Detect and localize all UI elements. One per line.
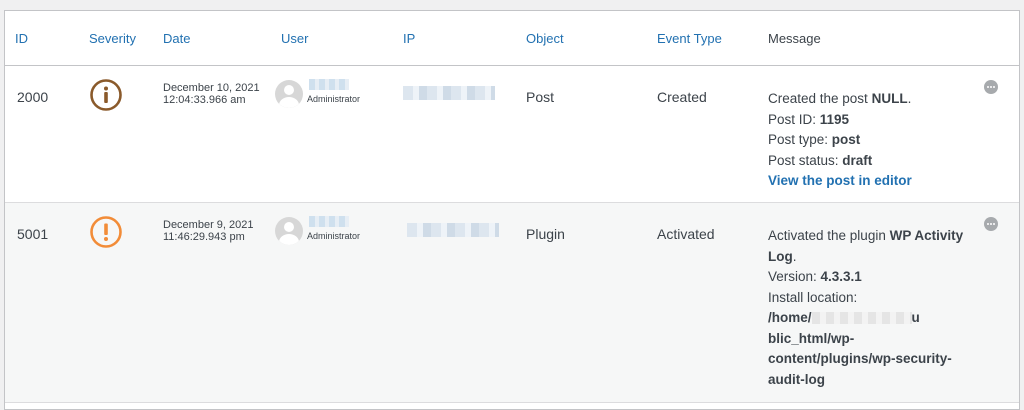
user-name-link[interactable] <box>307 79 360 90</box>
avatar <box>275 217 303 245</box>
column-header-ip[interactable]: IP <box>393 11 516 66</box>
user-info: Administrator <box>275 216 393 245</box>
redacted-username <box>309 79 349 90</box>
event-date-day: December 9, 2021 <box>163 219 254 231</box>
event-object: Plugin <box>526 226 565 242</box>
column-header-date[interactable]: Date <box>153 11 271 66</box>
event-id: 2000 <box>17 89 49 105</box>
redacted-path <box>811 312 912 325</box>
event-id: 5001 <box>17 226 49 242</box>
redacted-ip-address <box>403 86 495 100</box>
event-message: Activated the plugin WP Activity Log. Ve… <box>768 228 964 387</box>
avatar <box>275 80 303 108</box>
event-date-time: 12:04:33.966 am <box>163 94 246 106</box>
page-frame: ID Severity Date User IP Object Event Ty… <box>0 0 1024 410</box>
user-role: Administrator <box>307 94 361 104</box>
more-options-icon[interactable] <box>984 80 998 94</box>
column-id-label: ID <box>15 30 28 46</box>
redacted-username <box>309 216 349 227</box>
event-type: Activated <box>657 226 715 242</box>
table-row: 5001 December 9, 2021 11:46:29.943 pm Ad… <box>5 202 1019 403</box>
event-date: December 9, 2021 11:46:29.943 pm <box>153 203 271 243</box>
event-message: Created the post NULL. Post ID: 1195 Pos… <box>768 91 912 188</box>
column-header-actions <box>984 11 1019 66</box>
column-event-type-label: Event Type <box>657 30 722 46</box>
event-date-day: December 10, 2021 <box>163 82 260 94</box>
redacted-ip-address <box>407 223 499 237</box>
info-icon <box>90 79 122 111</box>
column-ip-label: IP <box>403 30 416 46</box>
column-header-message: Message <box>758 11 984 66</box>
column-message-label: Message <box>768 30 821 46</box>
event-object: Post <box>526 89 555 105</box>
column-header-object[interactable]: Object <box>516 11 647 66</box>
view-post-in-editor-link[interactable]: View the post in editor <box>768 173 912 188</box>
column-severity-label: Severity <box>89 30 136 46</box>
column-header-event-type[interactable]: Event Type <box>647 11 758 66</box>
event-type: Created <box>657 89 707 105</box>
table-header-row: ID Severity Date User IP Object Event Ty… <box>5 11 1019 66</box>
event-date-time: 11:46:29.943 pm <box>163 231 245 243</box>
column-header-user[interactable]: User <box>271 11 393 66</box>
events-table: ID Severity Date User IP Object Event Ty… <box>5 11 1019 403</box>
column-object-label: Object <box>526 30 564 46</box>
column-user-label: User <box>281 30 309 46</box>
user-role: Administrator <box>307 231 361 241</box>
user-name-link[interactable] <box>307 216 360 227</box>
activity-log-table: ID Severity Date User IP Object Event Ty… <box>4 10 1020 410</box>
event-date: December 10, 2021 12:04:33.966 am <box>153 66 271 106</box>
column-header-severity[interactable]: Severity <box>79 11 153 66</box>
user-info: Administrator <box>275 79 393 108</box>
column-header-id[interactable]: ID <box>5 11 79 66</box>
more-options-icon[interactable] <box>984 217 998 231</box>
column-date-label: Date <box>163 30 191 46</box>
table-row: 2000 December 10, 2021 12:04:33.966 am A… <box>5 65 1019 203</box>
warning-icon <box>90 216 122 248</box>
